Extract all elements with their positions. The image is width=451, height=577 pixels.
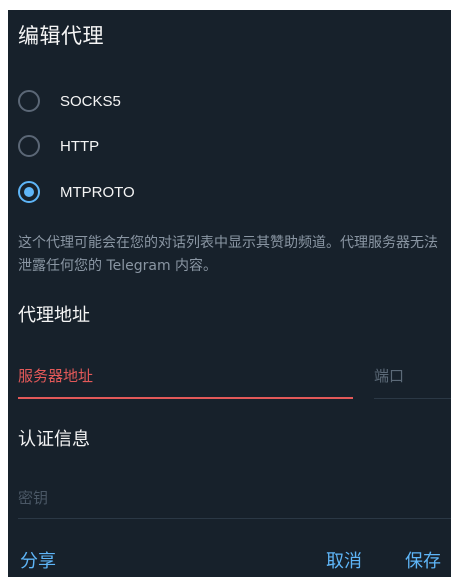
cancel-button[interactable]: 取消 bbox=[326, 547, 362, 573]
port-placeholder: 端口 bbox=[374, 367, 405, 385]
secret-placeholder: 密钥 bbox=[18, 489, 49, 507]
proxy-type-label: HTTP bbox=[60, 137, 100, 155]
port-underline bbox=[374, 398, 451, 399]
proxy-type-label: MTPROTO bbox=[60, 183, 135, 201]
radio-unchecked-icon[interactable] bbox=[18, 90, 40, 112]
proxy-type-http-option[interactable]: HTTP bbox=[18, 131, 99, 161]
save-button[interactable]: 保存 bbox=[405, 547, 441, 573]
auth-section-title: 认证信息 bbox=[18, 429, 90, 450]
server-address-underline bbox=[18, 397, 353, 399]
share-button[interactable]: 分享 bbox=[20, 547, 56, 573]
address-section-title: 代理地址 bbox=[18, 305, 90, 326]
proxy-type-label: SOCKS5 bbox=[60, 92, 121, 110]
proxy-type-mtproto-option[interactable]: MTPROTO bbox=[18, 177, 135, 207]
proxy-description: 这个代理可能会在您的对话列表中显示其赞助频道。代理服务器无法泄露任何您的 Tel… bbox=[18, 235, 438, 274]
secret-input[interactable]: 密钥 bbox=[18, 487, 451, 519]
port-input[interactable]: 端口 bbox=[374, 365, 451, 399]
server-address-input[interactable]: 服务器地址 bbox=[18, 365, 353, 399]
proxy-type-socks5-option[interactable]: SOCKS5 bbox=[18, 86, 121, 116]
radio-checked-icon[interactable] bbox=[18, 181, 40, 203]
radio-unchecked-icon[interactable] bbox=[18, 135, 40, 157]
edit-proxy-dialog: 编辑代理 SOCKS5 HTTP MTPROTO 这个代理可能会在您的对话列表中… bbox=[8, 10, 451, 577]
dialog-title: 编辑代理 bbox=[18, 24, 104, 48]
server-address-placeholder: 服务器地址 bbox=[18, 367, 94, 385]
secret-underline bbox=[18, 518, 451, 519]
